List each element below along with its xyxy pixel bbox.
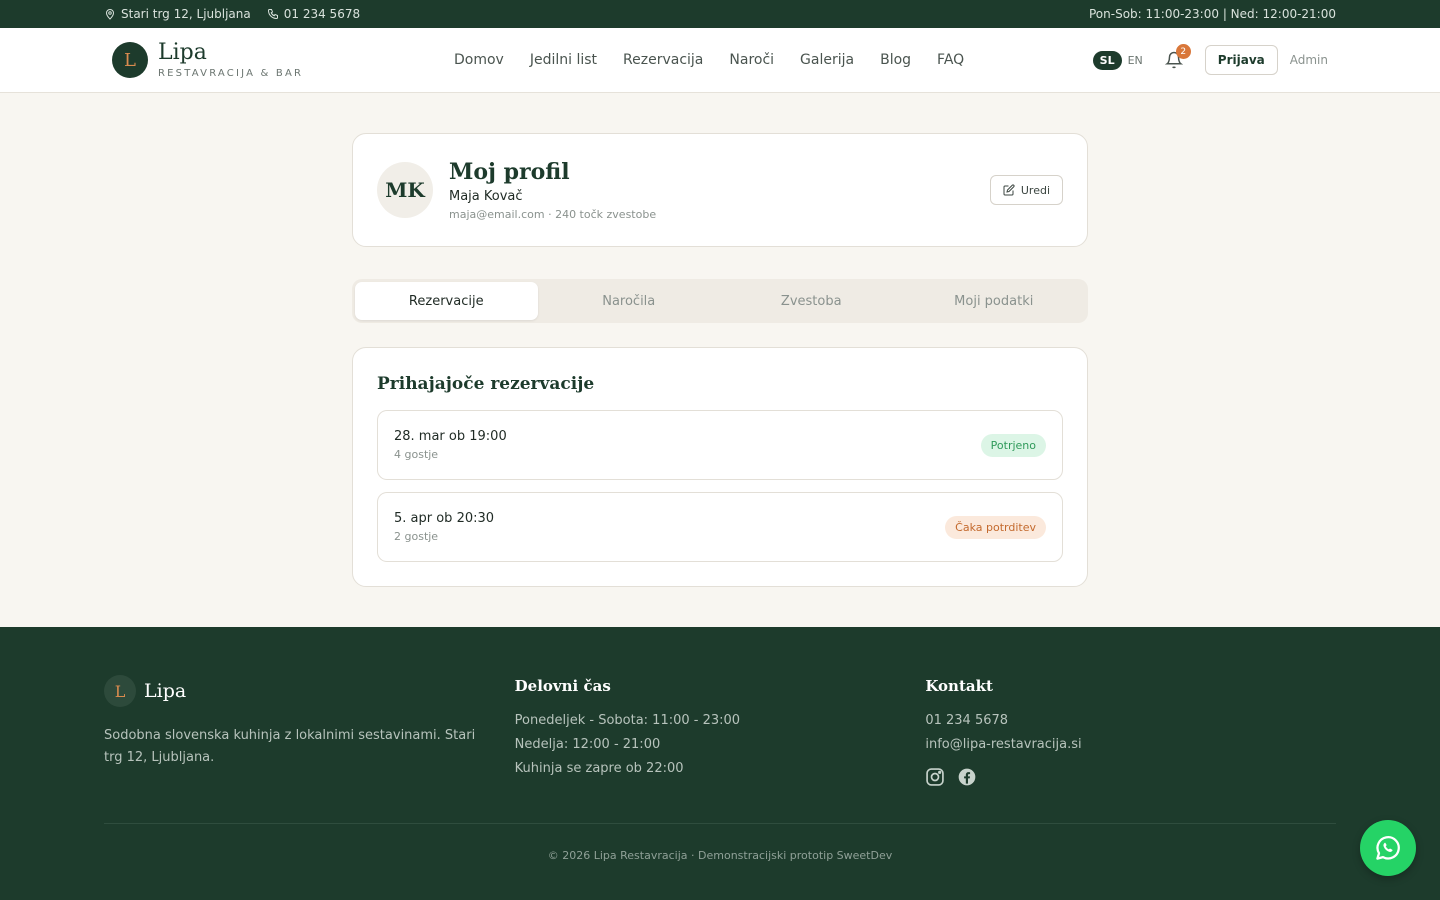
login-button[interactable]: Prijava: [1204, 45, 1278, 75]
footer-phone[interactable]: 01 234 5678: [925, 709, 1336, 733]
edit-icon: [1003, 184, 1015, 196]
nav-reservation[interactable]: Rezervacija: [623, 52, 703, 68]
avatar: MK: [377, 162, 433, 218]
reservation-date: 28. mar ob 19:00: [394, 429, 507, 444]
edit-profile-button[interactable]: Uredi: [989, 175, 1063, 205]
notifications-button[interactable]: 2: [1163, 44, 1191, 71]
tab-reservations[interactable]: Rezervacije: [355, 282, 538, 320]
edit-label: Uredi: [1020, 183, 1050, 197]
profile-page: MK Moj profil Maja Kovač maja@email.com …: [352, 133, 1088, 587]
footer-hours-line: Ponedeljek - Sobota: 11:00 - 23:00: [514, 713, 741, 728]
tab-my-data[interactable]: Moji podatki: [903, 282, 1086, 320]
phone-icon: [267, 9, 278, 20]
reservation-guests: 2 gostje: [394, 530, 439, 543]
reservation-guests: 4 gostje: [394, 448, 439, 461]
nav-faq[interactable]: FAQ: [937, 52, 964, 68]
logo-mark: L: [112, 42, 148, 78]
phone-text: 01 234 5678: [283, 7, 361, 21]
footer-hours: Delovni čas Ponedeljek - Sobota: 11:00 -…: [515, 675, 926, 787]
status-badge: Potrjeno: [980, 433, 1046, 457]
profile-name: Maja Kovač: [449, 189, 523, 204]
footer-hours-title: Delovni čas: [514, 677, 611, 695]
profile-meta: maja@email.com · 240 točk zvestobe: [449, 208, 657, 221]
status-badge: Čaka potrditev: [945, 515, 1046, 539]
profile-tabs: Rezervacije Naročila Zvestoba Moji podat…: [352, 279, 1088, 323]
nav-gallery[interactable]: Galerija: [800, 52, 854, 68]
lang-sl[interactable]: SL: [1092, 50, 1122, 70]
profile-card: MK Moj profil Maja Kovač maja@email.com …: [352, 133, 1088, 247]
footer-hours-line: Nedelja: 12:00 - 21:00: [514, 737, 661, 752]
reservations-card: Prihajajoče rezervacije 28. mar ob 19:00…: [352, 347, 1088, 587]
reservations-title: Prihajajoče rezervacije: [377, 374, 595, 394]
reservation-item[interactable]: 5. apr ob 20:30 2 gostje Čaka potrditev: [377, 492, 1063, 562]
reservation-item[interactable]: 28. mar ob 19:00 4 gostje Potrjeno: [377, 410, 1063, 480]
nav-order[interactable]: Naroči: [729, 52, 774, 68]
footer-hours-line: Kuhinja se zapre ob 22:00: [514, 761, 684, 776]
tab-orders[interactable]: Naročila: [538, 282, 721, 320]
main-nav: Domov Jedilni list Rezervacija Naroči Ga…: [454, 28, 964, 92]
map-pin-icon: [105, 9, 115, 20]
address-item: Stari trg 12, Ljubljana: [104, 7, 251, 21]
footer-email[interactable]: info@lipa-restavracija.si: [925, 733, 1336, 757]
page-title: Moj profil: [449, 159, 570, 185]
footer-description: Sodobna slovenska kuhinja z lokalnimi se…: [104, 728, 476, 765]
footer-logo[interactable]: L Lipa: [104, 675, 515, 707]
whatsapp-button[interactable]: [1360, 820, 1416, 876]
top-info-bar: Stari trg 12, Ljubljana 01 234 5678 Pon-…: [0, 0, 1440, 28]
copyright: © 2026 Lipa Restavracija · Demonstracijs…: [547, 849, 893, 862]
footer-about: L Lipa Sodobna slovenska kuhinja z lokal…: [104, 675, 515, 787]
whatsapp-icon: [1376, 836, 1400, 860]
nav-menu[interactable]: Jedilni list: [530, 52, 597, 68]
footer-contact-title: Kontakt: [925, 677, 993, 695]
opening-hours: Pon-Sob: 11:00-23:00 | Ned: 12:00-21:00: [1088, 7, 1336, 21]
nav-blog[interactable]: Blog: [880, 52, 911, 68]
footer-logo-name: Lipa: [144, 680, 187, 702]
reservation-date: 5. apr ob 20:30: [394, 511, 495, 526]
instagram-icon[interactable]: [925, 767, 945, 787]
address-text: Stari trg 12, Ljubljana: [121, 7, 251, 21]
admin-link[interactable]: Admin: [1290, 53, 1328, 67]
tab-loyalty[interactable]: Zvestoba: [720, 282, 903, 320]
footer-divider: [104, 823, 1336, 824]
social-links: [925, 767, 1336, 787]
footer-logo-mark: L: [104, 675, 136, 707]
notification-badge: 2: [1175, 44, 1191, 59]
site-header: L Lipa RESTAVRACIJA & BAR Domov Jedilni …: [0, 28, 1440, 93]
footer-contact: Kontakt 01 234 5678 info@lipa-restavraci…: [925, 675, 1336, 787]
nav-home[interactable]: Domov: [454, 52, 504, 68]
language-switcher: SL EN: [1092, 50, 1143, 70]
phone-item[interactable]: 01 234 5678: [267, 7, 360, 21]
logo-subtitle: RESTAVRACIJA & BAR: [158, 67, 304, 79]
facebook-icon[interactable]: [957, 767, 977, 787]
logo-name: Lipa: [158, 40, 207, 66]
lang-en[interactable]: EN: [1128, 54, 1143, 67]
logo[interactable]: L Lipa RESTAVRACIJA & BAR: [112, 40, 304, 79]
site-footer: L Lipa Sodobna slovenska kuhinja z lokal…: [0, 627, 1440, 900]
